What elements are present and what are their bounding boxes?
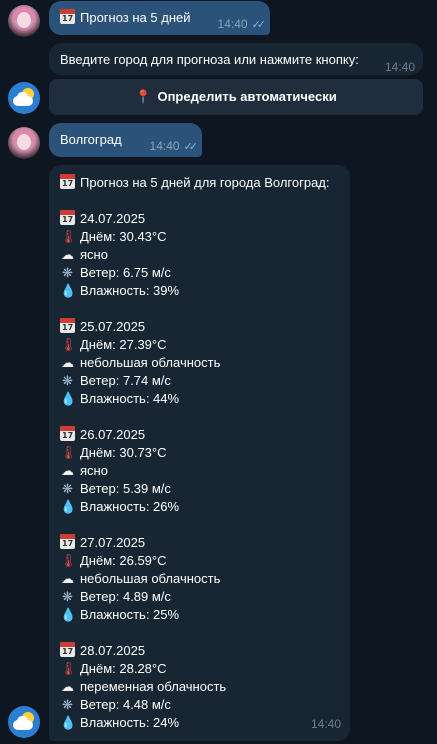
forecast-humidity: Влажность: 25%	[80, 607, 180, 622]
user-avatar[interactable]	[8, 127, 40, 159]
bot-message-forecast[interactable]: Прогноз на 5 дней для города Волгоград: …	[49, 165, 350, 741]
cloud-icon: ☁	[61, 463, 74, 478]
forecast-temperature: Днём: 27.39°C	[80, 337, 167, 352]
cloud-icon: ☁	[61, 247, 74, 262]
forecast-description: ясно	[80, 463, 108, 478]
forecast-wind: Ветер: 4.48 м/с	[80, 697, 171, 712]
forecast-description: ясно	[80, 247, 108, 262]
message-text: Введите город для прогноза или нажмите к…	[60, 52, 359, 67]
user-message-city[interactable]: Волгоград 14:40 ✓✓	[49, 123, 202, 157]
cloud-icon: ☁	[61, 679, 74, 694]
message-time: 14:40	[310, 717, 341, 731]
auto-detect-location-button[interactable]: 📍 Определить автоматически	[49, 79, 423, 115]
droplet-icon: 💧	[60, 607, 77, 622]
forecast-day: 26.07.2025🌡Днём: 30.73°C ☁ ясно ❋ Ветер: 5.3…	[60, 426, 330, 516]
message-text: Прогноз на 5 дней	[80, 10, 191, 25]
forecast-humidity: Влажность: 44%	[80, 391, 180, 406]
forecast-humidity: Влажность: 26%	[80, 499, 180, 514]
forecast-description: небольшая облачность	[80, 355, 221, 370]
thermometer-icon: 🌡	[60, 337, 77, 352]
forecast-date: 26.07.2025	[80, 427, 146, 442]
calendar-icon	[60, 318, 75, 333]
forecast-temperature: Днём: 28.28°C	[80, 661, 167, 676]
message-text: Волгоград	[60, 132, 122, 147]
forecast-day: 28.07.2025🌡Днём: 28.28°C ☁ переменная обла…	[60, 642, 330, 732]
forecast-day: 24.07.2025🌡Днём: 30.43°C ☁ ясно ❋ Ветер: 6.7…	[60, 210, 330, 300]
droplet-icon: 💧	[60, 283, 77, 298]
forecast-temperature: Днём: 30.73°C	[80, 445, 167, 460]
wind-icon: ❋	[62, 589, 73, 604]
forecast-description: небольшая облачность	[80, 571, 221, 586]
bot-avatar[interactable]	[8, 82, 40, 114]
wind-icon: ❋	[62, 481, 73, 496]
droplet-icon: 💧	[60, 391, 77, 406]
wind-icon: ❋	[62, 373, 73, 388]
forecast-description: переменная облачность	[80, 679, 227, 694]
read-checkmarks-icon: ✓✓	[251, 19, 267, 31]
calendar-icon	[60, 642, 75, 657]
forecast-date: 27.07.2025	[80, 535, 146, 550]
forecast-date: 24.07.2025	[80, 211, 146, 226]
message-time: 14:40	[149, 139, 180, 153]
forecast-wind: Ветер: 6.75 м/с	[80, 265, 171, 280]
forecast-header: Прогноз на 5 дней для города Волгоград:	[80, 175, 330, 190]
forecast-date: 25.07.2025	[80, 319, 146, 334]
forecast-humidity: Влажность: 39%	[80, 283, 180, 298]
calendar-icon	[60, 426, 75, 441]
forecast-day: 25.07.2025🌡Днём: 27.39°C ☁ небольшая облач…	[60, 318, 330, 408]
droplet-icon: 💧	[60, 499, 77, 514]
forecast-wind: Ветер: 7.74 м/с	[80, 373, 171, 388]
forecast-wind: Ветер: 4.89 м/с	[80, 589, 171, 604]
user-avatar[interactable]	[8, 5, 40, 37]
user-message-forecast-command[interactable]: Прогноз на 5 дней 14:40✓✓	[49, 1, 270, 35]
message-time: 14:40	[217, 17, 248, 31]
cloud-icon: ☁	[61, 571, 74, 586]
thermometer-icon: 🌡	[60, 229, 77, 244]
cloud-icon: ☁	[61, 355, 74, 370]
calendar-icon	[60, 9, 75, 24]
forecast-temperature: Днём: 30.43°C	[80, 229, 167, 244]
read-checkmarks-icon: ✓✓	[183, 141, 199, 153]
thermometer-icon: 🌡	[60, 553, 77, 568]
forecast-humidity: Влажность: 24%	[80, 715, 180, 730]
forecast-day: 27.07.2025🌡Днём: 26.59°C ☁ небольшая облач…	[60, 534, 330, 624]
pin-icon: 📍	[135, 89, 152, 104]
thermometer-icon: 🌡	[60, 445, 77, 460]
forecast-wind: Ветер: 5.39 м/с	[80, 481, 171, 496]
forecast-date: 28.07.2025	[80, 643, 146, 658]
droplet-icon: 💧	[60, 715, 77, 730]
calendar-icon	[60, 534, 75, 549]
message-time: 14:40	[384, 60, 415, 74]
bot-avatar[interactable]	[8, 706, 40, 738]
calendar-icon	[60, 174, 75, 189]
bot-message-city-prompt[interactable]: Введите город для прогноза или нажмите к…	[49, 43, 423, 75]
wind-icon: ❋	[62, 265, 73, 280]
wind-icon: ❋	[62, 697, 73, 712]
calendar-icon	[60, 210, 75, 225]
button-label: Определить автоматически	[157, 89, 337, 104]
thermometer-icon: 🌡	[60, 661, 77, 676]
forecast-temperature: Днём: 26.59°C	[80, 553, 167, 568]
